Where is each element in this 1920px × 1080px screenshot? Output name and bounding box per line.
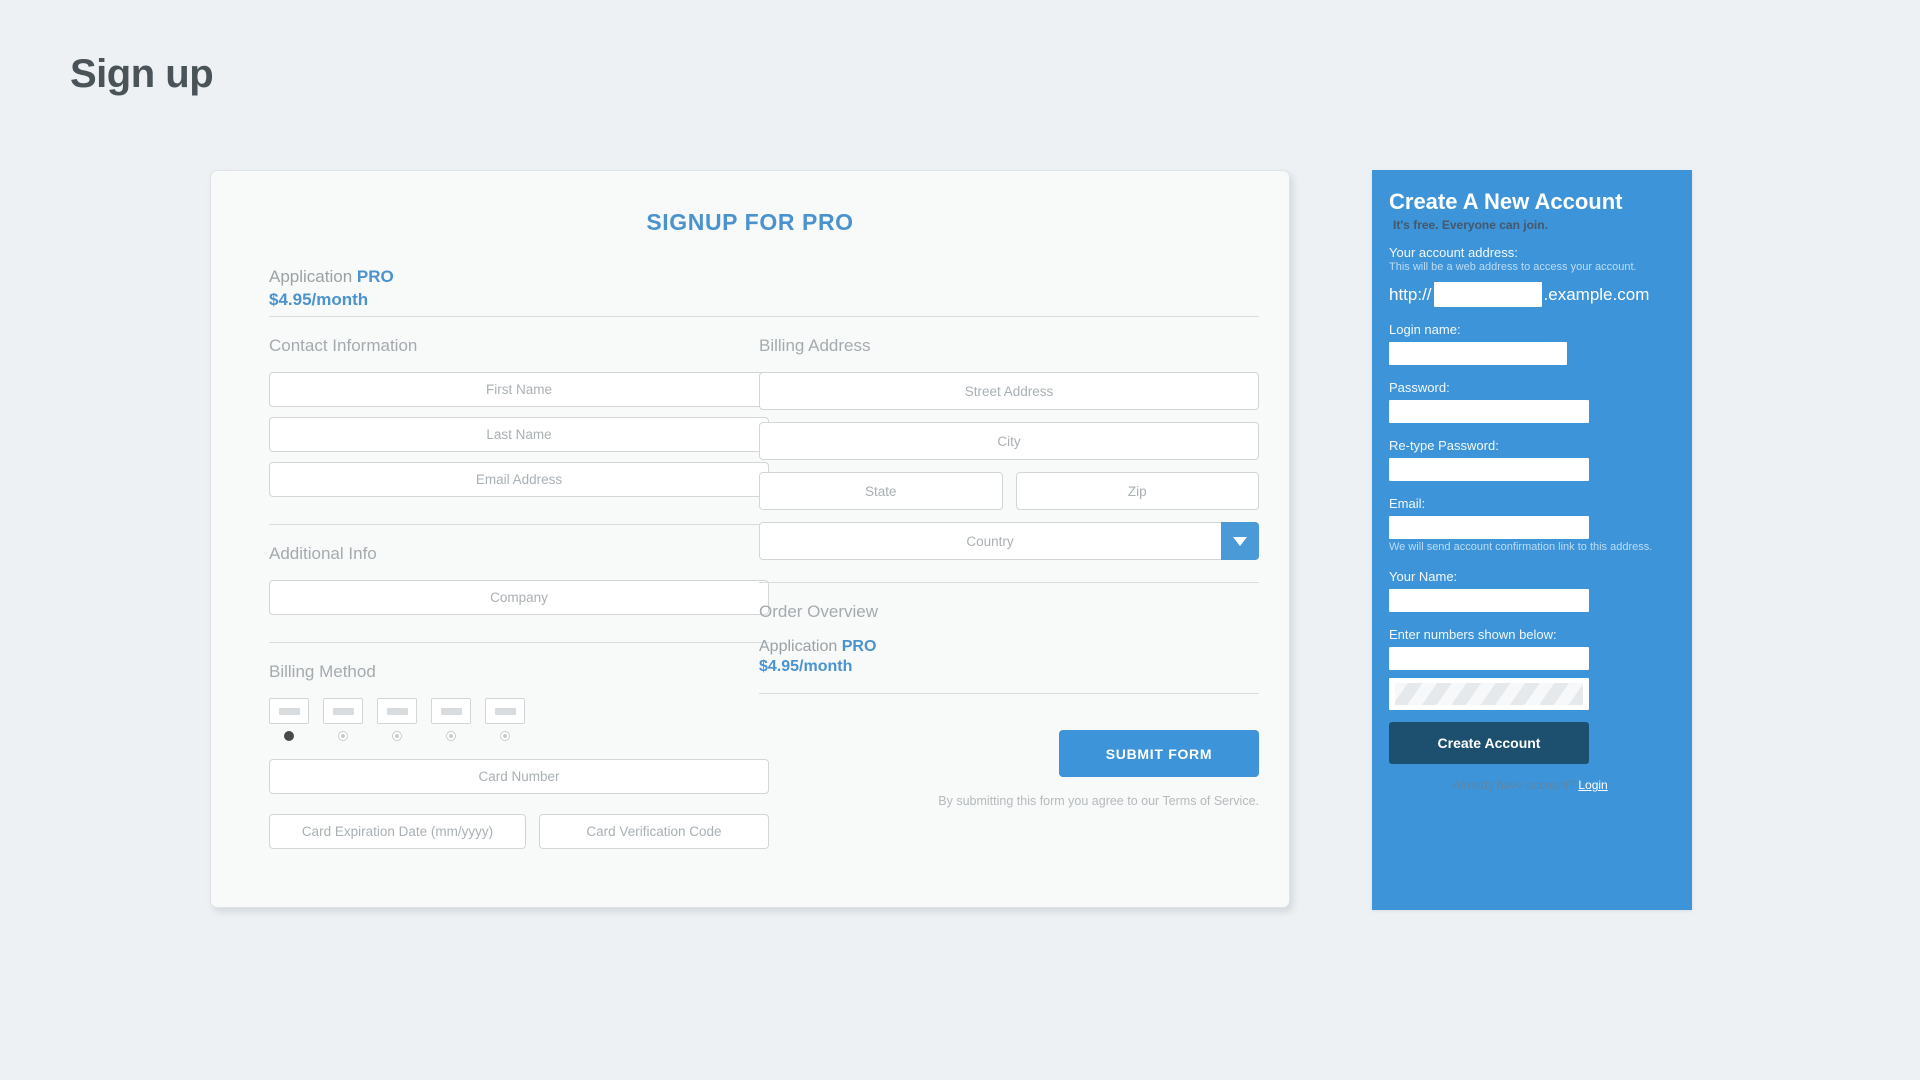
plan-price: $4.95/month <box>269 289 369 309</box>
credit-card-icon <box>485 698 525 724</box>
your-name-label: Your Name: <box>1389 569 1458 585</box>
create-account-subtitle: It's free. Everyone can join. <box>1393 218 1548 233</box>
state-input[interactable] <box>759 472 1003 510</box>
order-overview-section-title: Order Overview <box>759 602 879 621</box>
email-hint: We will send account confirmation link t… <box>1389 541 1653 554</box>
order-tier: PRO <box>841 638 877 655</box>
billing-method-radio-5[interactable] <box>500 731 510 741</box>
divider-additional <box>269 524 769 525</box>
captcha-label: Enter numbers shown below: <box>1389 627 1557 643</box>
email-input[interactable] <box>1389 516 1589 540</box>
email-label: Email: <box>1389 496 1426 512</box>
divider-billing-method <box>269 642 769 643</box>
first-name-input[interactable] <box>269 372 769 407</box>
left-column: Contact Information Additional Info Bill… <box>269 316 769 859</box>
login-name-label: Login name: <box>1389 322 1461 338</box>
chevron-down-icon[interactable] <box>1221 522 1259 560</box>
plan-summary: Application PRO $4.95/month <box>269 266 394 312</box>
password-input[interactable] <box>1389 400 1589 424</box>
card-expiration-input[interactable] <box>269 814 526 849</box>
credit-card-icon <box>269 698 309 724</box>
billing-method-option-4[interactable] <box>431 698 471 741</box>
city-input[interactable] <box>759 422 1259 460</box>
captcha-stripes <box>1395 683 1583 706</box>
captcha-input[interactable] <box>1389 647 1589 671</box>
password-label: Password: <box>1389 380 1450 396</box>
order-label: Application <box>759 638 838 655</box>
credit-card-icon <box>323 698 363 724</box>
right-column: Billing Address Order Overview Applicati… <box>759 316 1259 808</box>
card-number-input[interactable] <box>269 759 769 794</box>
footer-text: Already have account? <box>1452 778 1576 793</box>
billing-method-option-1[interactable] <box>269 698 309 741</box>
signup-heading: SIGNUP FOR PRO <box>646 209 854 235</box>
create-account-title: Create A New Account <box>1389 189 1623 214</box>
divider-order-overview <box>759 582 1259 583</box>
billing-method-radio-2[interactable] <box>338 731 348 741</box>
billing-method-options <box>269 698 769 741</box>
credit-card-icon <box>431 698 471 724</box>
state-zip-row <box>759 472 1259 510</box>
submit-form-button[interactable]: SUBMIT FORM <box>1059 730 1259 777</box>
street-address-input[interactable] <box>759 372 1259 410</box>
retype-password-label: Re-type Password: <box>1389 438 1499 454</box>
account-panel-footer: Already have account? Login. <box>1389 778 1675 792</box>
contact-section-title: Contact Information <box>269 336 418 355</box>
account-address-row: http:// .example.com <box>1389 282 1675 308</box>
footer-period: . <box>1607 778 1612 793</box>
signup-card: SIGNUP FOR PRO Application PRO $4.95/mon… <box>210 170 1290 908</box>
billing-method-radio-1[interactable] <box>284 731 294 741</box>
create-account-panel: Create A New Account It's free. Everyone… <box>1372 170 1692 910</box>
billing-method-option-3[interactable] <box>377 698 417 741</box>
credit-card-icon <box>377 698 417 724</box>
billing-method-option-5[interactable] <box>485 698 525 741</box>
email-address-input[interactable] <box>269 462 769 497</box>
billing-method-radio-4[interactable] <box>446 731 456 741</box>
country-select-value[interactable] <box>759 522 1259 560</box>
last-name-input[interactable] <box>269 417 769 452</box>
retype-password-input[interactable] <box>1389 458 1589 482</box>
terms-of-service-text: By submitting this form you agree to our… <box>938 794 1259 808</box>
billing-address-section-title: Billing Address <box>759 336 871 355</box>
zip-input[interactable] <box>1015 472 1259 510</box>
plan-tier: PRO <box>356 267 394 286</box>
company-input[interactable] <box>269 580 769 615</box>
account-address-input[interactable] <box>1433 282 1542 308</box>
order-overview-summary: Application PRO $4.95/month <box>759 638 1259 676</box>
url-prefix-text: http:// <box>1389 284 1432 304</box>
order-price: $4.95/month <box>759 658 853 675</box>
billing-method-radio-3[interactable] <box>392 731 402 741</box>
billing-method-option-2[interactable] <box>323 698 363 741</box>
country-select[interactable] <box>759 522 1259 560</box>
captcha-image <box>1389 678 1589 711</box>
account-address-label: Your account address: <box>1389 245 1518 261</box>
account-address-hint: This will be a web address to access you… <box>1389 261 1637 274</box>
url-suffix-text: .example.com <box>1543 284 1650 304</box>
divider-contact <box>269 316 769 317</box>
login-name-input[interactable] <box>1389 342 1567 366</box>
create-account-button[interactable]: Create Account <box>1389 722 1589 765</box>
plan-label: Application <box>269 267 353 286</box>
divider-billing-address <box>759 316 1259 317</box>
billing-method-section-title: Billing Method <box>269 662 376 681</box>
login-link[interactable]: Login <box>1578 778 1607 792</box>
your-name-input[interactable] <box>1389 589 1589 613</box>
card-detail-row <box>269 814 769 849</box>
page-title: Sign up <box>70 52 214 96</box>
card-verification-code-input[interactable] <box>538 814 769 849</box>
additional-section-title: Additional Info <box>269 544 377 563</box>
